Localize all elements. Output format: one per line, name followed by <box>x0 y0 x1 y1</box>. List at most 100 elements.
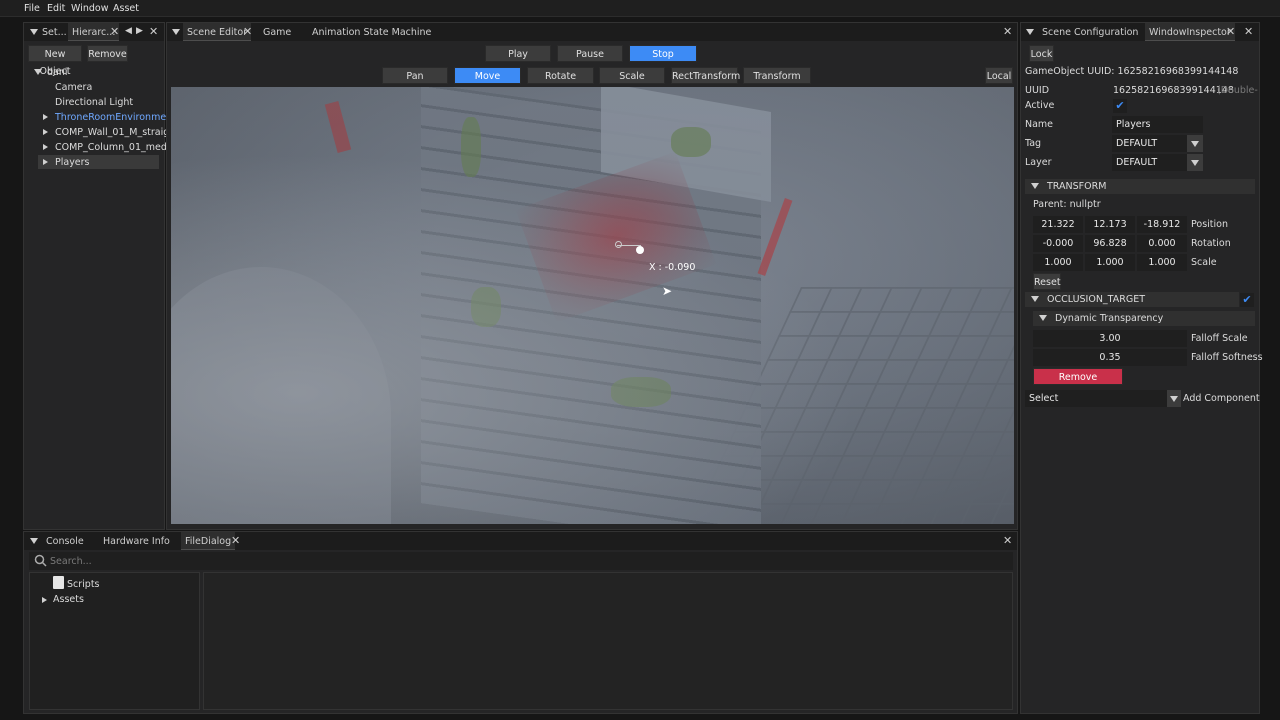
collapse-icon[interactable] <box>42 597 47 603</box>
rotation-y-field[interactable]: 96.828 <box>1085 235 1135 252</box>
bottom-panel: Console Hardware Info FileDialog ✕ ✕ Sea… <box>23 531 1018 714</box>
tag-dropdown[interactable]: DEFAULT <box>1112 135 1187 152</box>
panel-menu-icon[interactable] <box>30 29 38 35</box>
chevron-down-icon <box>1191 141 1199 147</box>
tab-animation-state-machine[interactable]: Animation State Machine <box>308 23 435 41</box>
menu-edit[interactable]: Edit <box>47 3 65 14</box>
transform-title: TRANSFORM <box>1047 181 1107 192</box>
pan-tool-button[interactable]: Pan <box>382 67 448 84</box>
tree-item-camera[interactable]: Camera <box>55 82 92 93</box>
rect-transform-tool-button[interactable]: RectTransform <box>671 67 740 84</box>
falloff-scale-field[interactable]: 3.00 <box>1033 330 1187 347</box>
dynamic-transparency-header[interactable]: Dynamic Transparency <box>1033 311 1255 326</box>
component-select-button[interactable] <box>1167 390 1181 407</box>
panel-menu-icon[interactable] <box>1026 29 1034 35</box>
remove-component-button[interactable]: Remove Component <box>1033 368 1123 400</box>
falloff-softness-field[interactable]: 0.35 <box>1033 349 1187 366</box>
hierarchy-tabbar: Set... Hierarc... ✕ ◀ ▶ ✕ <box>24 23 164 41</box>
tag-dropdown-button[interactable] <box>1187 135 1203 152</box>
tab-hardware-info[interactable]: Hardware Info <box>99 532 174 550</box>
tree-item-column[interactable]: COMP_Column_01_med (2 <box>55 142 180 153</box>
hierarchy-panel: Set... Hierarc... ✕ ◀ ▶ ✕ New Object Rem… <box>23 22 181 530</box>
play-button[interactable]: Play <box>485 45 551 62</box>
rotation-label: Rotation <box>1191 238 1231 249</box>
falloff-scale-label: Falloff Scale <box>1191 333 1248 344</box>
panel-menu-icon[interactable] <box>172 29 180 35</box>
occlusion-target-header[interactable]: OCCLUSION_TARGET <box>1025 292 1239 307</box>
close-icon[interactable]: ✕ <box>1003 25 1012 38</box>
active-checkbox[interactable]: ✔ <box>1113 99 1127 113</box>
close-icon[interactable]: ✕ <box>243 25 252 38</box>
close-icon[interactable]: ✕ <box>1244 25 1253 38</box>
panel-menu-icon[interactable] <box>30 538 38 544</box>
collapse-icon[interactable] <box>43 159 48 165</box>
menu-file[interactable]: File <box>24 3 40 14</box>
stop-button[interactable]: Stop <box>629 45 697 62</box>
scale-y-field[interactable]: 1.000 <box>1085 254 1135 271</box>
close-icon[interactable]: ✕ <box>1226 25 1235 38</box>
remove-button[interactable]: Remove <box>87 45 128 62</box>
tab-settings[interactable]: Set... <box>38 23 71 41</box>
mouse-cursor-icon: ➤ <box>662 284 673 298</box>
component-select[interactable]: Select <box>1025 390 1167 407</box>
scale-z-field[interactable]: 1.000 <box>1137 254 1187 271</box>
new-object-button[interactable]: New Object <box>28 45 82 77</box>
name-field[interactable]: Players <box>1112 116 1203 133</box>
tree-item-scripts[interactable]: Scripts <box>67 579 100 590</box>
menu-asset[interactable]: Asset <box>113 3 139 14</box>
chevron-down-icon <box>1170 396 1178 402</box>
uuid-value[interactable]: 16258216968399144148 <box>1113 85 1234 96</box>
tree-item-dani[interactable]: dani <box>47 67 68 78</box>
lock-button[interactable]: Lock <box>1029 45 1054 62</box>
scale-tool-button[interactable]: Scale <box>599 67 665 84</box>
tab-console[interactable]: Console <box>42 532 88 550</box>
layer-dropdown-button[interactable] <box>1187 154 1203 171</box>
tab-file-dialog[interactable]: FileDialog <box>181 532 236 550</box>
local-space-button[interactable]: Local <box>985 67 1013 84</box>
close-icon[interactable]: ✕ <box>110 25 119 38</box>
menu-bar: File Edit Window Asset <box>0 0 1280 17</box>
tree-item-directional-light[interactable]: Directional Light <box>55 97 133 108</box>
menu-window[interactable]: Window <box>71 3 108 14</box>
tab-scene-configuration[interactable]: Scene Configuration <box>1038 23 1142 41</box>
transform-header[interactable]: TRANSFORM <box>1025 179 1255 194</box>
tab-window-inspector[interactable]: WindowInspector <box>1145 23 1235 41</box>
position-y-field[interactable]: 12.173 <box>1085 216 1135 233</box>
tag-label: Tag <box>1025 138 1042 149</box>
occlusion-enabled-checkbox[interactable]: ✔ <box>1240 293 1254 307</box>
add-component-label[interactable]: Add Component <box>1183 393 1260 404</box>
collapse-icon[interactable] <box>43 114 48 120</box>
scale-x-field[interactable]: 1.000 <box>1033 254 1083 271</box>
tree-item-players[interactable]: Players <box>55 157 90 168</box>
tree-item-throne-room[interactable]: ThroneRoomEnvironment_ <box>55 112 181 123</box>
rotate-tool-button[interactable]: Rotate <box>527 67 594 84</box>
expand-icon <box>1031 183 1039 189</box>
close-icon[interactable]: ✕ <box>231 534 240 547</box>
move-gizmo-icon[interactable] <box>636 246 644 254</box>
tab-left-arrow-icon[interactable]: ◀ <box>125 26 132 36</box>
position-x-field[interactable]: 21.322 <box>1033 216 1083 233</box>
expand-icon[interactable] <box>34 69 42 75</box>
search-input[interactable]: Search... <box>29 552 1013 570</box>
rotation-z-field[interactable]: 0.000 <box>1137 235 1187 252</box>
dynamic-transparency-title: Dynamic Transparency <box>1055 313 1164 324</box>
position-z-field[interactable]: -18.912 <box>1137 216 1187 233</box>
tree-item-assets[interactable]: Assets <box>53 594 84 605</box>
tab-game[interactable]: Game <box>259 23 295 41</box>
tree-item-wall[interactable]: COMP_Wall_01_M_straight <box>55 127 179 138</box>
tab-right-arrow-icon[interactable]: ▶ <box>136 26 143 36</box>
reset-button[interactable]: Reset <box>1033 273 1061 290</box>
collapse-icon[interactable] <box>43 144 48 150</box>
collapse-icon[interactable] <box>43 129 48 135</box>
layer-dropdown[interactable]: DEFAULT <box>1112 154 1187 171</box>
transform-tool-button[interactable]: Transform <box>743 67 811 84</box>
pause-button[interactable]: Pause <box>557 45 623 62</box>
close-icon[interactable]: ✕ <box>149 25 158 38</box>
gizmo-handle-icon[interactable] <box>615 241 622 248</box>
close-icon[interactable]: ✕ <box>1003 534 1012 547</box>
file-tree-pane: Scripts Assets <box>29 572 200 710</box>
rotation-x-field[interactable]: -0.000 <box>1033 235 1083 252</box>
tab-scene-editor[interactable]: Scene Editor <box>183 23 252 41</box>
scene-viewport[interactable]: X : -0.090 ➤ <box>171 87 1014 524</box>
move-tool-button[interactable]: Move <box>454 67 521 84</box>
